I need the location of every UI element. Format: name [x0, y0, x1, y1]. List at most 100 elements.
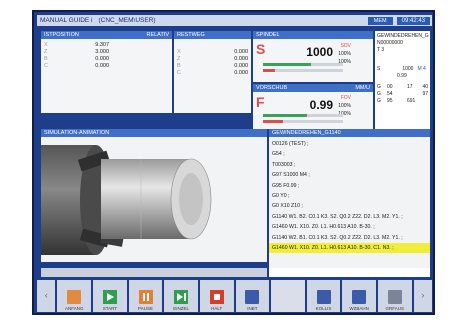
program-header: GEWINDEDREHEN_G1140: [269, 129, 430, 137]
spindle-header: SPINDEL: [253, 31, 373, 39]
softkey-start[interactable]: START: [93, 280, 127, 312]
softkey-pause[interactable]: PAUSE: [128, 280, 163, 312]
restweg-title: RESTWEG: [177, 32, 205, 38]
spindle-override-label: SOV: [340, 43, 351, 49]
graphic-off-icon: [387, 290, 402, 304]
simulation-header: SIMULATION-ANIMATION: [41, 129, 267, 137]
collision-icon: [316, 290, 331, 304]
modal-value: 97: [422, 91, 428, 97]
rewind-icon: [67, 290, 82, 304]
softkey-halt[interactable]: HALT: [199, 280, 234, 312]
axis-value: 0.000: [234, 69, 248, 76]
status-line: [41, 268, 267, 277]
sequence-number: N00000000: [377, 40, 403, 46]
softkey-label: START: [102, 306, 118, 311]
program-line-current[interactable]: G1460 W1. X10. Z0. L1. H0.613 A10. B-30.…: [269, 242, 430, 254]
s-value: 1000: [402, 66, 414, 72]
feed-value: 0.99: [309, 98, 333, 112]
feed-bar: [263, 114, 343, 117]
restweg-row-b: B 0.000: [174, 62, 251, 69]
g-code-number: 00: [387, 84, 393, 90]
softkey-grfaus[interactable]: GRFAUS: [377, 280, 412, 312]
softkey-empty[interactable]: [271, 280, 305, 312]
softkey-label: ANFANG: [65, 306, 84, 311]
program-line[interactable]: G0 Y0 ;: [272, 191, 427, 201]
remaining-distance-panel: RESTWEG X 0.000 Z 0.000 B 0.000 C 0.000: [174, 31, 251, 113]
program-line[interactable]: T003003 ;: [272, 160, 427, 170]
axis-value: 3.000: [95, 48, 109, 55]
spindle-speed-bar: [263, 69, 343, 72]
simulation-3d-view[interactable]: [41, 137, 267, 262]
axis-value: 9.307: [95, 41, 109, 48]
tool-path-icon: [352, 290, 367, 304]
feed-panel: VORSCHUB MM/U F 0.99 FOV 100% 100%: [253, 84, 373, 129]
title-bar: MANUAL GUIDE i (CNC_MEM\USER) MEM 09:42:…: [37, 15, 432, 26]
program-line[interactable]: G0 X10 Z10 ;: [272, 201, 427, 211]
feed-letter: F: [256, 94, 265, 110]
softkey-label: INBT: [247, 306, 258, 311]
g-code-letter: G: [377, 84, 381, 90]
mode-label: MANUAL GUIDE i: [40, 17, 93, 24]
axis-value: 0.000: [234, 62, 248, 69]
cycle-name: GEWINDEDREHEN_G: [377, 33, 429, 39]
program-line[interactable]: O0126 (TEST) ;: [272, 139, 427, 149]
chevron-right-icon: ›: [421, 289, 425, 300]
spindle-speed: 1000: [306, 45, 333, 59]
play-icon: [102, 290, 117, 304]
tool-number: T 3: [377, 47, 385, 53]
softkey-prev[interactable]: ‹: [37, 280, 56, 312]
position-row-x: X 9.307: [41, 41, 172, 48]
feed-header: VORSCHUB MM/U: [253, 84, 373, 92]
modal-info-panel: GEWINDEDREHEN_G N00000000 T 3 S 1000 M 4…: [375, 31, 430, 129]
spindle-panel: SPINDEL S 1000 SOV 100% 100%: [253, 31, 373, 82]
restweg-row-x: X 0.000: [174, 48, 251, 55]
axis-label: C: [177, 69, 181, 76]
axis-label: B: [177, 62, 181, 69]
program-title: GEWINDEDREHEN_G1140: [272, 130, 341, 136]
softkey-einzel[interactable]: EINZEL: [164, 280, 198, 312]
softkey-kollis[interactable]: KOLLIS: [306, 280, 341, 312]
position-panel: ISTPOSITION RELATIV X 9.307 Z 3.000 B 0.…: [41, 31, 172, 113]
spindle-title: SPINDEL: [256, 32, 280, 38]
spindle-modal-line: S 1000 M 4: [375, 66, 430, 73]
m-value: M 4: [417, 66, 426, 72]
softkey-anfang[interactable]: ANFANG: [57, 280, 92, 312]
program-line[interactable]: G54 ;: [272, 149, 427, 159]
program-line[interactable]: G1140 W2. B1. C0.1 K3. S2. Q0.2 Z22. D2.…: [272, 233, 427, 243]
softkey-label: EINZEL: [173, 306, 189, 311]
restweg-row-c: C 0.000: [174, 69, 251, 76]
axis-value: 0.000: [95, 55, 109, 62]
modal-value: 40: [422, 84, 428, 90]
axis-value: 0.000: [234, 48, 248, 55]
program-line[interactable]: G1140 W1. B2. C0.1 K3. S2. Q0.2 Z22. D2.…: [272, 212, 427, 222]
modal-value: 17: [407, 84, 413, 90]
position-mode: RELATIV: [146, 32, 169, 38]
gcode-modal-grid: G 00 17 40 G 54 97 G 95 691: [375, 84, 430, 104]
program-line[interactable]: G95 F0.99 ;: [272, 181, 427, 191]
program-listing[interactable]: O0126 (TEST) ; G54 ; T003003 ; G97 S1000…: [269, 137, 430, 255]
axis-value: 0.000: [95, 62, 109, 69]
softkey-next[interactable]: ›: [413, 280, 433, 312]
cnc-screen: MANUAL GUIDE i (CNC_MEM\USER) MEM 09:42:…: [32, 10, 435, 315]
spindle-load-bar: [263, 63, 343, 66]
softkey-label: WZBAHN: [349, 306, 369, 311]
program-line[interactable]: G1460 W1. X10. Z0. L1. H0.613 A10. B-30.…: [272, 222, 427, 232]
position-title: ISTPOSITION: [44, 32, 79, 38]
position-row-c: C 0.000: [41, 62, 172, 69]
axis-label: B: [44, 55, 48, 62]
key-input-buffer[interactable]: [269, 268, 430, 277]
axis-label: C: [44, 62, 48, 69]
program-panel[interactable]: GEWINDEDREHEN_G1140 O0126 (TEST) ; G54 ;…: [269, 129, 430, 277]
softkey-inbt[interactable]: INBT: [235, 280, 270, 312]
spindle-speed-fill: [263, 69, 275, 72]
position-row-z: Z 3.000: [41, 48, 172, 55]
g-code-letter: G: [377, 91, 381, 97]
feed-unit: MM/U: [355, 85, 370, 91]
g-code-number: 95: [387, 98, 393, 104]
axis-value: 0.000: [234, 55, 248, 62]
softkey-label: KOLLIS: [315, 306, 332, 311]
restweg-header: RESTWEG: [174, 31, 251, 39]
program-line[interactable]: G97 S1000 M4 ;: [272, 170, 427, 180]
stop-icon: [209, 290, 224, 304]
softkey-wzbahn[interactable]: WZBAHN: [342, 280, 376, 312]
